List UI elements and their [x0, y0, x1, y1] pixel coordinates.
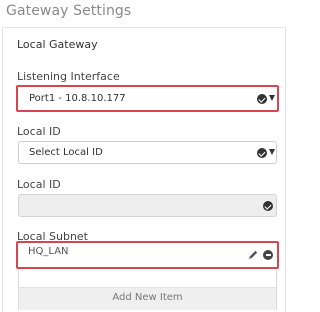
- local-subnet-item-label: HQ_LAN: [28, 246, 69, 257]
- check-circle-icon: [263, 201, 273, 211]
- listening-interface-select[interactable]: Port1 - 10.8.10.177: [16, 85, 279, 112]
- local-id-type-select[interactable]: Select Local ID: [18, 141, 277, 164]
- listening-interface-label: Listening Interface: [17, 70, 120, 83]
- caret-down-icon[interactable]: [269, 95, 275, 101]
- check-circle-icon: [257, 148, 267, 158]
- check-circle-icon: [257, 94, 267, 104]
- local-id-value-label: Local ID: [17, 178, 61, 191]
- local-id-value-field: [18, 194, 277, 217]
- local-id-type-value: Select Local ID: [29, 147, 103, 158]
- caret-down-icon[interactable]: [269, 149, 275, 155]
- page-title: Gateway Settings: [6, 3, 132, 19]
- listening-interface-value: Port1 - 10.8.10.177: [29, 93, 126, 104]
- minus-circle-icon[interactable]: [263, 250, 273, 260]
- pencil-icon[interactable]: [247, 249, 259, 261]
- add-new-item-button[interactable]: Add New Item: [19, 287, 276, 310]
- local-subnet-item[interactable]: HQ_LAN: [16, 241, 279, 269]
- section-title: Local Gateway: [17, 38, 98, 51]
- local-id-type-label: Local ID: [17, 125, 61, 138]
